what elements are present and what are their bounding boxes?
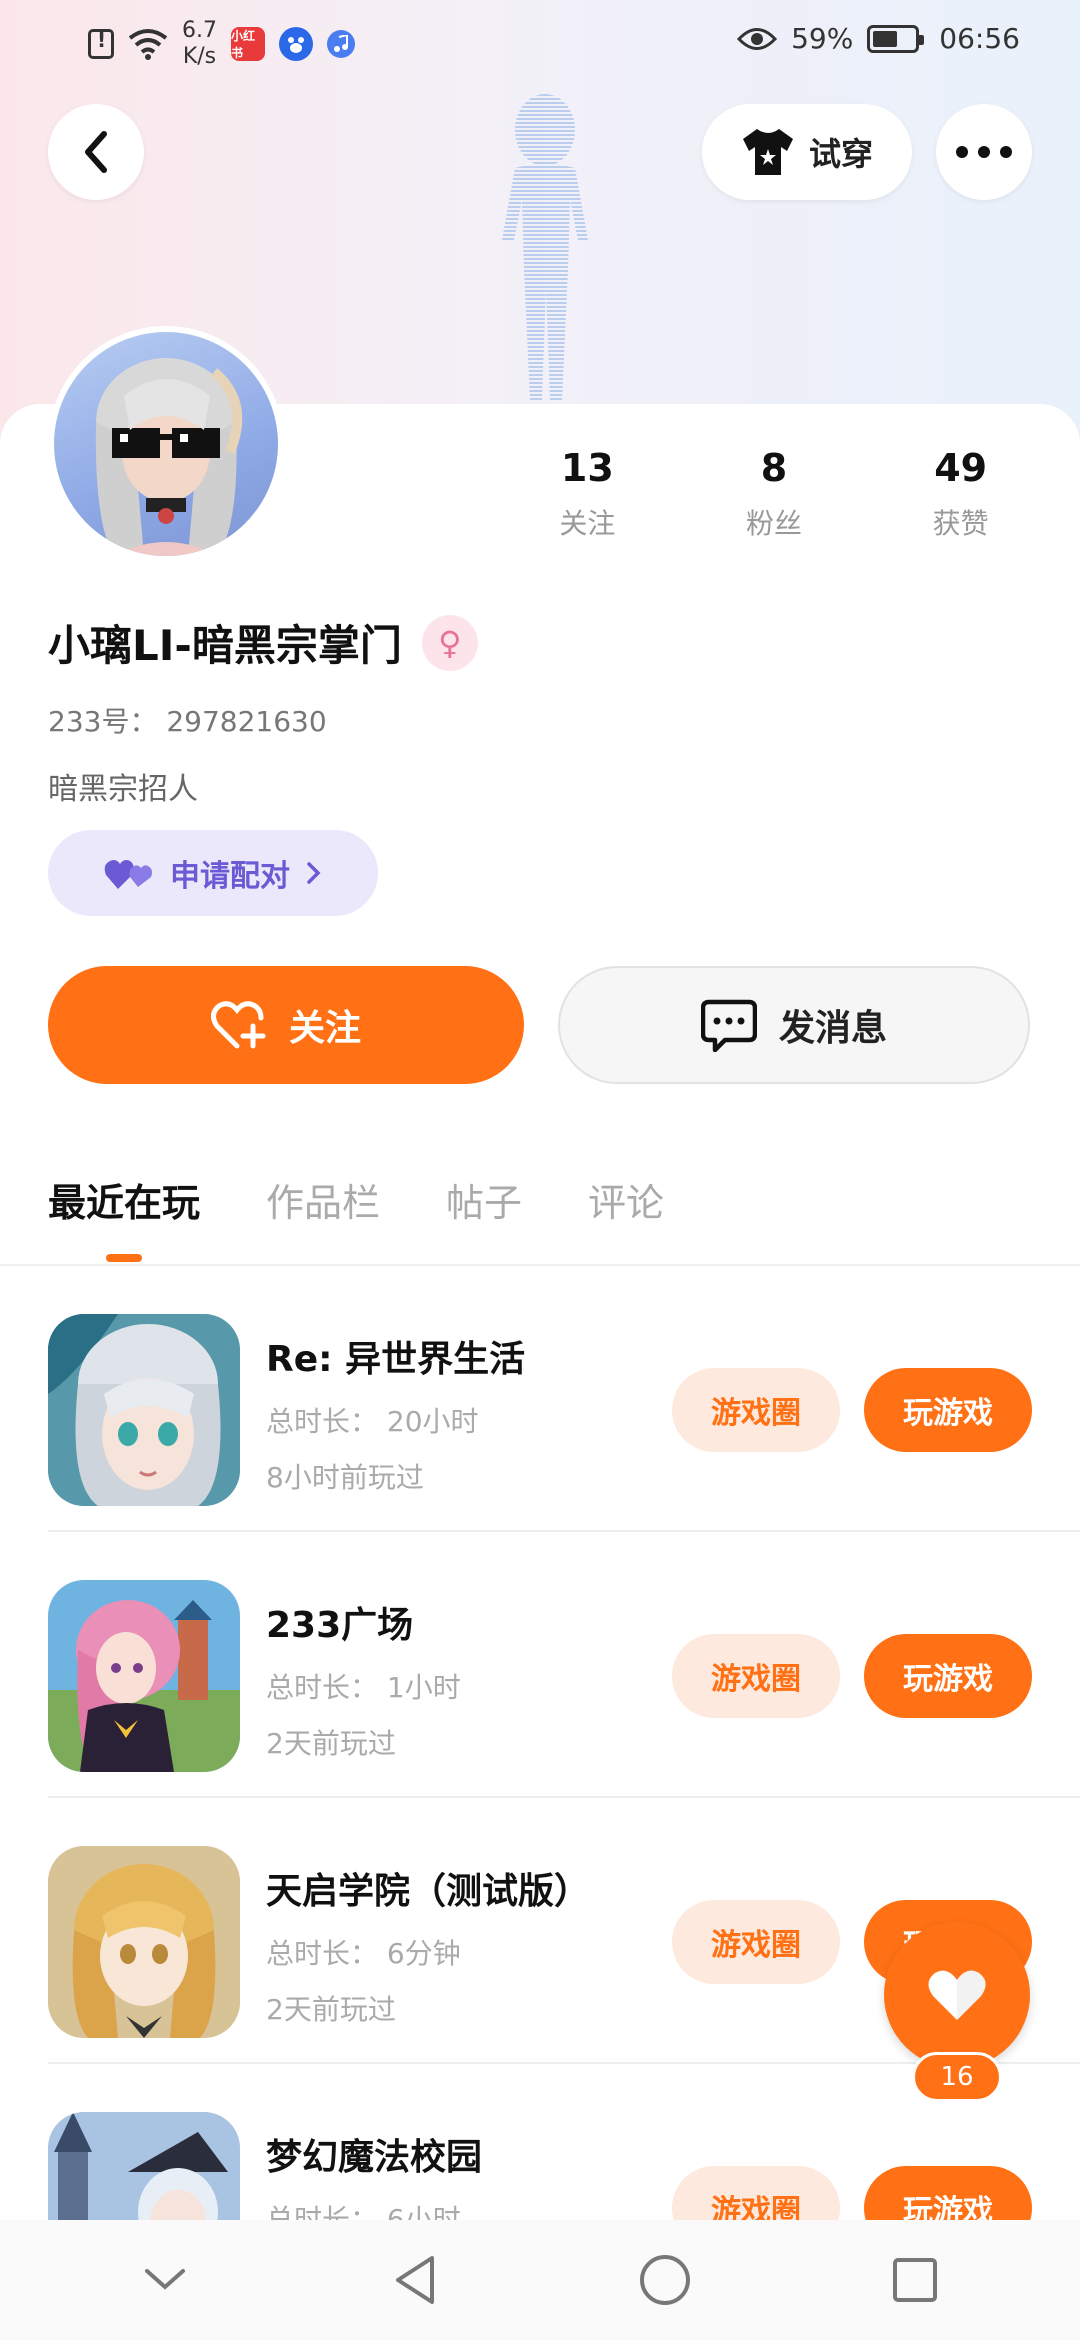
play-duration: 总时长： 1小时 [266,1671,461,1704]
chevron-left-icon [85,131,107,173]
triangle-back-icon [396,2256,434,2304]
stat-followers[interactable]: 8 粉丝 [681,446,868,542]
tab-comments[interactable]: 评论 [588,1172,664,1227]
game-meta: 总时长： 20小时 8小时前玩过 [266,1394,479,1506]
request-match-label: 申请配对 [170,859,290,894]
game-icon [48,1314,240,1506]
game-meta: 总时长： 1小时 2天前玩过 [266,1660,461,1772]
request-match-button[interactable]: 申请配对 [48,830,378,916]
profile-name-row: 小璃LI-暗黑宗掌门 ♀ [48,612,478,673]
list-item[interactable]: Re: 异世界生活 总时长： 20小时 8小时前玩过 游戏圈 玩游戏 [0,1266,1080,1532]
chat-bubble-icon [700,999,757,1052]
user-avatar[interactable] [48,326,284,562]
last-played: 8小时前玩过 [266,1461,424,1494]
stat-number: 49 [934,446,988,490]
stat-likes[interactable]: 49 获赞 [867,446,1054,542]
tab-works[interactable]: 作品栏 [266,1172,380,1227]
last-played: 2天前玩过 [266,1727,396,1760]
try-on-label: 试穿 [808,135,873,173]
game-title: 天启学院（测试版） [266,1871,591,1912]
battery-percent: 59% [791,22,854,55]
stat-number: 8 [760,446,788,490]
battery-icon [867,24,925,53]
chevron-down-icon [145,2269,185,2290]
like-floating-button[interactable] [884,1922,1030,2068]
eye-icon [737,27,778,50]
stat-label: 关注 [559,507,616,540]
xiaohongshu-app-icon: 小红书 [231,27,265,61]
baidu-app-icon [279,27,313,61]
try-on-button[interactable]: 试穿 [702,104,912,200]
user-name: 小璃LI-暗黑宗掌门 [48,621,402,670]
recently-played-list: Re: 异世界生活 总时长： 20小时 8小时前玩过 游戏圈 玩游戏 233广场… [0,1266,1080,2330]
status-bar: 6.7 K/s 小红书 59% 06:56 [0,0,1080,84]
stat-number: 13 [560,446,614,490]
tab-recently-played[interactable]: 最近在玩 [48,1172,200,1262]
game-circle-button[interactable]: 游戏圈 [672,1368,840,1452]
game-icon [48,1846,240,2038]
square-recents-icon [893,2258,937,2302]
user-bio: 暗黑宗招人 [48,772,198,807]
game-meta: 总时长： 6分钟 2天前玩过 [266,1926,461,2038]
music-app-icon [327,30,355,58]
tab-posts[interactable]: 帖子 [446,1172,522,1227]
user-id: 233号： 297821630 [48,705,327,738]
circle-home-icon [640,2255,690,2305]
stat-label: 获赞 [932,507,989,540]
wifi-icon [128,29,168,60]
list-item[interactable]: 233广场 总时长： 1小时 2天前玩过 游戏圈 玩游戏 [0,1532,1080,1798]
avatar-illustration [95,358,243,556]
heart-icon [928,1970,986,2020]
play-duration: 总时长： 20小时 [266,1405,479,1438]
avatar-hologram-figure [502,94,588,400]
like-count-badge: 16 [912,2052,1002,2102]
profile-tabs: 最近在玩 作品栏 帖子 评论 [48,1172,664,1262]
clock: 06:56 [939,22,1020,55]
nav-collapse-button[interactable] [125,2240,205,2320]
follow-label: 关注 [288,1008,361,1049]
send-message-label: 发消息 [778,1008,887,1049]
network-speed: 6.7 K/s [182,18,217,69]
nav-home-button[interactable] [625,2240,705,2320]
game-circle-button[interactable]: 游戏圈 [672,1900,840,1984]
game-title: 梦幻魔法校园 [266,2137,483,2178]
more-options-button[interactable] [936,104,1032,200]
alert-icon [88,28,114,59]
game-icon [48,1580,240,1772]
more-dots-icon [956,146,1012,158]
system-navigation-bar [0,2220,1080,2340]
stat-following[interactable]: 13 关注 [494,446,681,542]
chevron-right-icon [307,862,321,884]
last-played: 2天前玩过 [266,1993,396,2026]
game-circle-button[interactable]: 游戏圈 [672,1634,840,1718]
back-button[interactable] [48,104,144,200]
follow-button[interactable]: 关注 [48,966,524,1084]
send-message-button[interactable]: 发消息 [558,966,1030,1084]
stat-label: 粉丝 [746,507,803,540]
play-game-button[interactable]: 玩游戏 [864,1368,1032,1452]
heart-plus-icon [210,1001,266,1049]
hearts-icon [104,860,152,889]
play-game-button[interactable]: 玩游戏 [864,1634,1032,1718]
game-title: Re: 异世界生活 [266,1339,526,1380]
female-gender-icon: ♀ [421,614,478,671]
nav-recents-button[interactable] [875,2240,955,2320]
tshirt-icon [742,129,793,175]
play-duration: 总时长： 6分钟 [266,1937,461,1970]
profile-stats: 13 关注 8 粉丝 49 获赞 [494,446,1054,542]
game-title: 233广场 [266,1605,414,1646]
nav-back-button[interactable] [375,2240,455,2320]
